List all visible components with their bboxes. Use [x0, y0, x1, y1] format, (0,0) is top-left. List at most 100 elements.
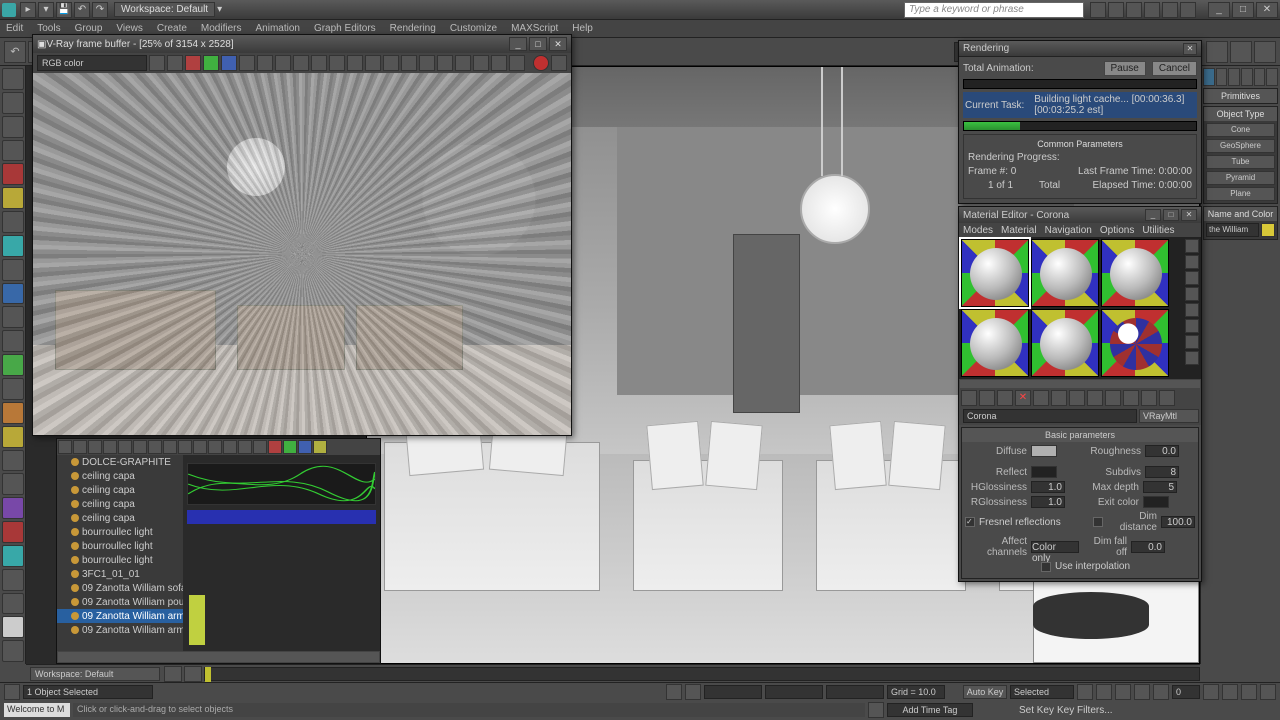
workspace-selector[interactable]: Workspace: Default — [30, 667, 160, 681]
fb-bg-icon[interactable] — [419, 55, 435, 71]
mat-menu-utilities[interactable]: Utilities — [1142, 225, 1174, 236]
exitcolor-swatch[interactable] — [1143, 496, 1169, 508]
object-name-field[interactable]: the William armcha — [1206, 223, 1259, 237]
mat-options-icon[interactable] — [1185, 319, 1199, 333]
diffuse-swatch[interactable] — [1031, 445, 1057, 457]
keymode-dropdown[interactable]: Selected — [1010, 685, 1074, 699]
mat-background-icon[interactable] — [1185, 271, 1199, 285]
mat-menu-material[interactable]: Material — [1001, 225, 1037, 236]
fb-render-last-icon[interactable] — [551, 55, 567, 71]
mat-menu-modes[interactable]: Modes — [963, 225, 993, 236]
tree-node[interactable]: bourroullec light — [57, 539, 183, 553]
cancel-button[interactable]: Cancel — [1152, 61, 1197, 76]
time-slider[interactable] — [204, 667, 1200, 681]
menu-customize[interactable]: Customize — [450, 23, 497, 34]
mat-go-forward-icon[interactable] — [1141, 390, 1157, 406]
nav-zoomall-icon[interactable] — [1260, 684, 1276, 700]
workspace-dropdown-icon[interactable]: ▾ — [217, 4, 222, 15]
track-view[interactable] — [183, 455, 380, 651]
subdivs-spinner[interactable]: 8 — [1145, 466, 1179, 478]
render-production-icon[interactable] — [1230, 41, 1252, 63]
nav-pan-icon[interactable] — [1203, 684, 1219, 700]
sphere-icon[interactable] — [2, 616, 24, 638]
prev-frame-icon[interactable] — [1096, 684, 1112, 700]
fb-green-icon[interactable] — [203, 55, 219, 71]
create-geosphere-button[interactable]: GeoSphere — [1206, 139, 1275, 153]
dimdist-checkbox[interactable] — [1093, 517, 1103, 527]
key-toggle-icon[interactable] — [685, 684, 701, 700]
helper-icon[interactable] — [2, 450, 24, 472]
mat-reset-icon[interactable]: ✕ — [1015, 390, 1031, 406]
render-frame-icon[interactable] — [1206, 41, 1228, 63]
tab-create[interactable] — [1203, 68, 1215, 86]
menu-modifiers[interactable]: Modifiers — [201, 23, 242, 34]
mat-go-sibling-icon[interactable] — [1123, 390, 1139, 406]
create-pyramid-button[interactable]: Pyramid — [1206, 171, 1275, 185]
menu-tools[interactable]: Tools — [37, 23, 60, 34]
ex-hscroll[interactable] — [58, 652, 379, 662]
tree-node[interactable]: 09 Zanotta William pou — [57, 595, 183, 609]
x-field[interactable] — [704, 685, 762, 699]
mat-sample-type-icon[interactable] — [1185, 239, 1199, 253]
reflect-swatch[interactable] — [1031, 466, 1057, 478]
mat-close-button[interactable]: ✕ — [1181, 209, 1197, 221]
menu-animation[interactable]: Animation — [255, 23, 299, 34]
fb-info-icon[interactable] — [311, 55, 327, 71]
fb-channel-dropdown[interactable]: RGB color — [37, 55, 147, 71]
material-slot-4[interactable] — [961, 309, 1029, 377]
dimdist-spinner[interactable]: 100.0 — [1161, 516, 1195, 528]
play-icon[interactable] — [1115, 684, 1131, 700]
mat-menu-navigation[interactable]: Navigation — [1045, 225, 1092, 236]
mat-backlight-icon[interactable] — [1185, 255, 1199, 269]
material-name-input[interactable] — [963, 409, 1137, 423]
fresnel-checkbox[interactable] — [965, 517, 975, 527]
key-mode-icon[interactable] — [666, 684, 682, 700]
material-slot-6[interactable] — [1101, 309, 1169, 377]
menu-edit[interactable]: Edit — [6, 23, 23, 34]
fb-mono-icon[interactable] — [257, 55, 273, 71]
material-slot-2[interactable] — [1031, 239, 1099, 307]
ex-sort-icon[interactable] — [133, 440, 147, 454]
help-search-input[interactable]: Type a keyword or phrase — [904, 2, 1084, 18]
render-iterative-icon[interactable] — [1254, 41, 1276, 63]
select-icon[interactable] — [2, 68, 24, 90]
nav-zoom-icon[interactable] — [1222, 684, 1238, 700]
angle-snap-icon[interactable] — [2, 259, 24, 281]
maxscript-mini[interactable]: Welcome to M — [4, 703, 70, 717]
rgloss-spinner[interactable]: 1.0 — [1031, 496, 1065, 508]
z-field[interactable] — [826, 685, 884, 699]
tree-node[interactable]: ceiling capa — [57, 511, 183, 525]
help-icon[interactable] — [1090, 2, 1106, 18]
favorites-icon[interactable] — [1126, 2, 1142, 18]
menu-help[interactable]: Help — [572, 23, 593, 34]
goto-start-icon[interactable] — [1077, 684, 1093, 700]
ex-tool1-icon[interactable] — [148, 440, 162, 454]
select-rect-icon[interactable] — [2, 116, 24, 138]
ex-tool6-icon[interactable] — [223, 440, 237, 454]
notification-icon[interactable] — [1162, 2, 1178, 18]
isolate-icon[interactable] — [868, 702, 884, 718]
basic-params-header[interactable]: Basic parameters — [962, 428, 1198, 442]
ex-freeze-icon[interactable] — [88, 440, 102, 454]
primitives-header[interactable]: Primitives — [1204, 89, 1277, 103]
create-tube-button[interactable]: Tube — [1206, 155, 1275, 169]
light-icon[interactable] — [2, 402, 24, 424]
tab-modify[interactable] — [1216, 68, 1228, 86]
app-switch-icon[interactable] — [1144, 2, 1160, 18]
window-minimize-button[interactable]: _ — [1208, 2, 1230, 18]
ex-tool10-icon[interactable] — [283, 440, 297, 454]
name-color-header[interactable]: Name and Color — [1204, 207, 1277, 221]
maxdepth-spinner[interactable]: 5 — [1143, 481, 1177, 493]
hgloss-spinner[interactable]: 1.0 — [1031, 481, 1065, 493]
fb-red-icon[interactable] — [185, 55, 201, 71]
timeline-config-icon[interactable] — [164, 666, 182, 682]
mat-max-button[interactable]: □ — [1163, 209, 1179, 221]
ex-display-icon[interactable] — [58, 440, 72, 454]
hierarchy-icon[interactable] — [2, 354, 24, 376]
next-frame-icon[interactable] — [1134, 684, 1150, 700]
move-icon[interactable] — [2, 163, 24, 185]
signin-icon[interactable] — [1108, 2, 1124, 18]
fb-save-icon[interactable] — [149, 55, 165, 71]
ex-tool9-icon[interactable] — [268, 440, 282, 454]
tree-node[interactable]: bourroullec light — [57, 553, 183, 567]
